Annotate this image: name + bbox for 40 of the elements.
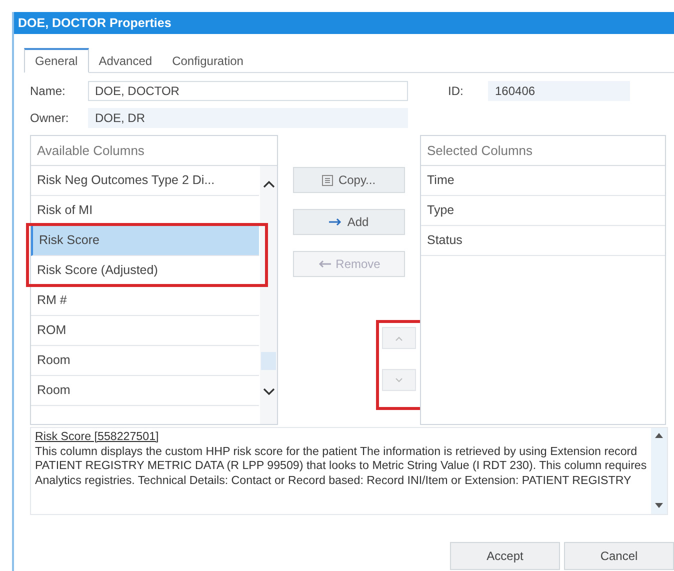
scroll-down-icon[interactable] xyxy=(263,388,275,396)
scroll-down-icon[interactable] xyxy=(655,503,663,508)
owner-field[interactable]: DOE, DR xyxy=(88,108,408,128)
chevron-up-icon xyxy=(395,336,403,340)
column-link[interactable]: Risk Score [558227501] xyxy=(35,430,159,444)
list-item[interactable]: Risk Score xyxy=(31,226,259,256)
add-button[interactable]: Add xyxy=(293,209,405,235)
field-label: Name: xyxy=(30,84,66,98)
scroll-up-icon[interactable] xyxy=(263,180,275,188)
arrow-left-icon xyxy=(318,260,331,268)
list-item[interactable]: Room xyxy=(31,376,259,406)
list-item[interactable]: Status xyxy=(421,226,665,256)
id-field[interactable]: 160406 xyxy=(488,80,630,100)
list-heading: Selected Columns xyxy=(421,136,665,166)
tab[interactable]: Configuration xyxy=(162,50,254,72)
list-item[interactable]: Time xyxy=(421,166,665,196)
list-item[interactable]: Room xyxy=(31,346,259,376)
list-heading: Available Columns xyxy=(31,136,277,166)
accept-button[interactable]: Accept xyxy=(450,542,560,570)
list-item[interactable]: Type xyxy=(421,196,665,226)
scrollbar[interactable] xyxy=(651,428,667,514)
name-field[interactable]: DOE, DOCTOR xyxy=(88,80,408,100)
scroll-up-icon[interactable] xyxy=(655,433,663,438)
copy-button[interactable]: Copy... xyxy=(293,167,405,193)
list-item[interactable]: ROM xyxy=(31,316,259,346)
field-label: Owner: xyxy=(30,110,70,124)
description-text: This column displays the custom HHP risk score for the patient The information is retrieved by using Extension record PATIENT REGISTRY METRIC DATA (R LPP 99509) that looks to Metric String Value (I RDT 230). This column requires Analytics registries. Technical Details: Contact or Record based: Record INI/Item or Extension: PATIENT REGISTRY xyxy=(35,444,647,488)
copy-icon xyxy=(322,174,334,186)
cancel-button[interactable]: Cancel xyxy=(564,542,674,570)
list-item[interactable]: RM # xyxy=(31,286,259,316)
scroll-thumb[interactable] xyxy=(261,352,276,370)
list-item[interactable]: Risk Score (Adjusted) xyxy=(31,256,259,286)
scrollbar[interactable] xyxy=(260,166,277,424)
tab[interactable]: General xyxy=(24,48,89,73)
window-title: DOE, DOCTOR Properties xyxy=(14,12,674,34)
chevron-down-icon xyxy=(395,378,403,382)
tab[interactable]: Advanced xyxy=(88,50,162,72)
list-item[interactable]: Risk Neg Outcomes Type 2 Di... xyxy=(31,166,259,196)
field-label: ID: xyxy=(448,84,464,98)
arrow-right-icon xyxy=(329,218,342,226)
